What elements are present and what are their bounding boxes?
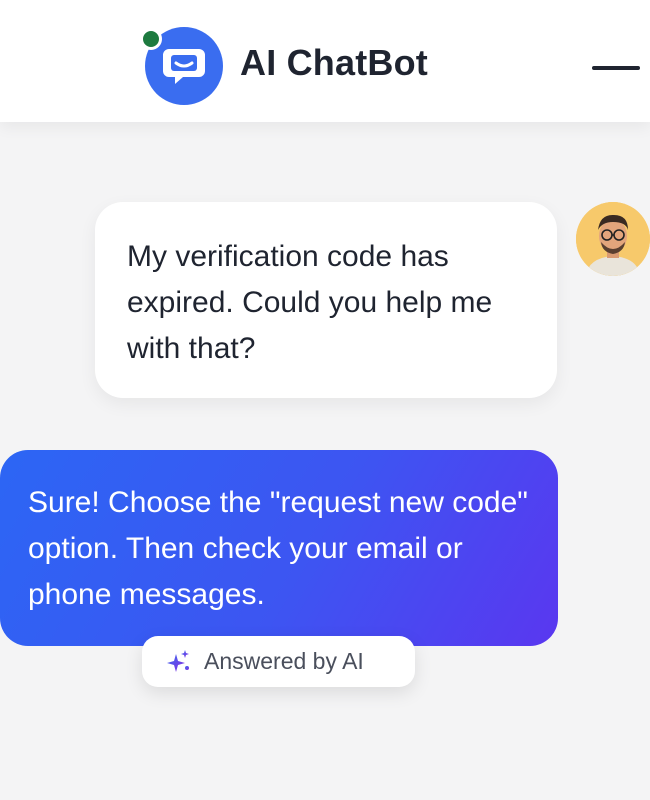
top-bar: AI ChatBot: [0, 0, 650, 122]
user-avatar: [576, 202, 650, 276]
bot-message-bubble: Sure! Choose the "request new code" opti…: [0, 450, 558, 646]
app-title: AI ChatBot: [240, 42, 428, 83]
answered-by-ai-badge: Answered by AI: [142, 636, 415, 687]
bot-message-text: Sure! Choose the "request new code" opti…: [28, 486, 528, 611]
user-avatar-icon: [576, 202, 650, 276]
user-message-text: My verification code has expired. Could …: [127, 240, 493, 365]
menu-button[interactable]: [585, 50, 650, 86]
hamburger-menu-icon: [592, 66, 640, 70]
answered-by-ai-label: Answered by AI: [204, 648, 364, 674]
online-status-dot: [140, 28, 162, 50]
chat-bubble-icon: [163, 49, 205, 84]
chat-page: AI ChatBot My verification code has expi…: [0, 0, 650, 800]
user-message-bubble: My verification code has expired. Could …: [95, 202, 557, 398]
sparkle-icon: [167, 649, 189, 672]
